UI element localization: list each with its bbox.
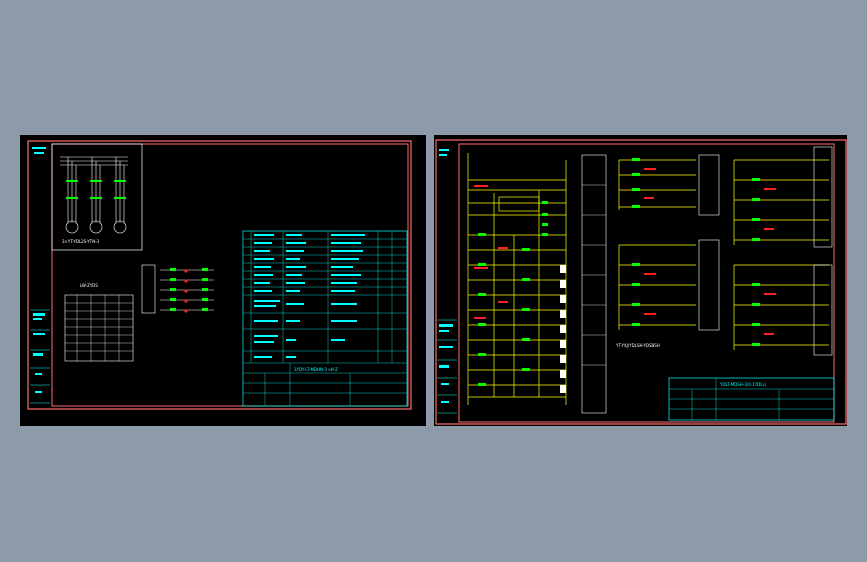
parts-list-table (242, 230, 408, 407)
right-note: YT-YXJ/YDLSH-YDSBSH (615, 343, 660, 348)
motor-caption: 3×YT-YDL2S-YTN-3 (62, 239, 100, 244)
side-tab-marks (439, 149, 453, 403)
ladder-diagram-main (467, 153, 567, 405)
terminal-block (141, 264, 156, 314)
selector-table-grid (65, 295, 133, 361)
markers-main (474, 185, 508, 319)
ladder-contacts-upper (632, 158, 760, 346)
motor-circuits (60, 156, 128, 234)
terminal-contacts (170, 268, 208, 311)
label-column (581, 154, 607, 414)
parts-list-entries (254, 234, 365, 358)
right-sheet-drawing: YT-YXJ/YDLSH-YDSBSH YDLT-MDSH-3(0.1YDLL) (435, 139, 847, 425)
coils-main (560, 265, 566, 393)
ladder-contacts-main (478, 201, 548, 386)
outer-frame (435, 139, 847, 425)
inner-frame (458, 143, 835, 423)
drawing-sheet-left: 3×YT-YDL2S-YTN-3 LW-ZYDS 3YDY-LT-MDHN-3 … (20, 135, 426, 426)
markers-upper (644, 168, 776, 335)
drawing-sheet-right: YT-YXJ/YDLSH-YDSBSH YDLT-MDSH-3(0.1YDLL) (434, 135, 847, 426)
terminal-markers (184, 269, 188, 313)
left-sheet-drawing: 3×YT-YDL2S-YTN-3 LW-ZYDS 3YDY-LT-MDHN-3 … (27, 140, 412, 410)
side-tab-marks (32, 147, 46, 393)
ladder-diagram-upper (618, 159, 829, 350)
label-column-grid (582, 184, 606, 366)
selector-caption: LW-ZYDS (80, 283, 98, 288)
device-label-boxes (698, 146, 833, 356)
left-title-block-title: 3YDY-LT-MDHN-3 xH-Z (294, 367, 338, 372)
side-tabs (30, 309, 50, 404)
right-title-block-title: YDLT-MDSH-3(0.1YDLL) (719, 382, 767, 387)
